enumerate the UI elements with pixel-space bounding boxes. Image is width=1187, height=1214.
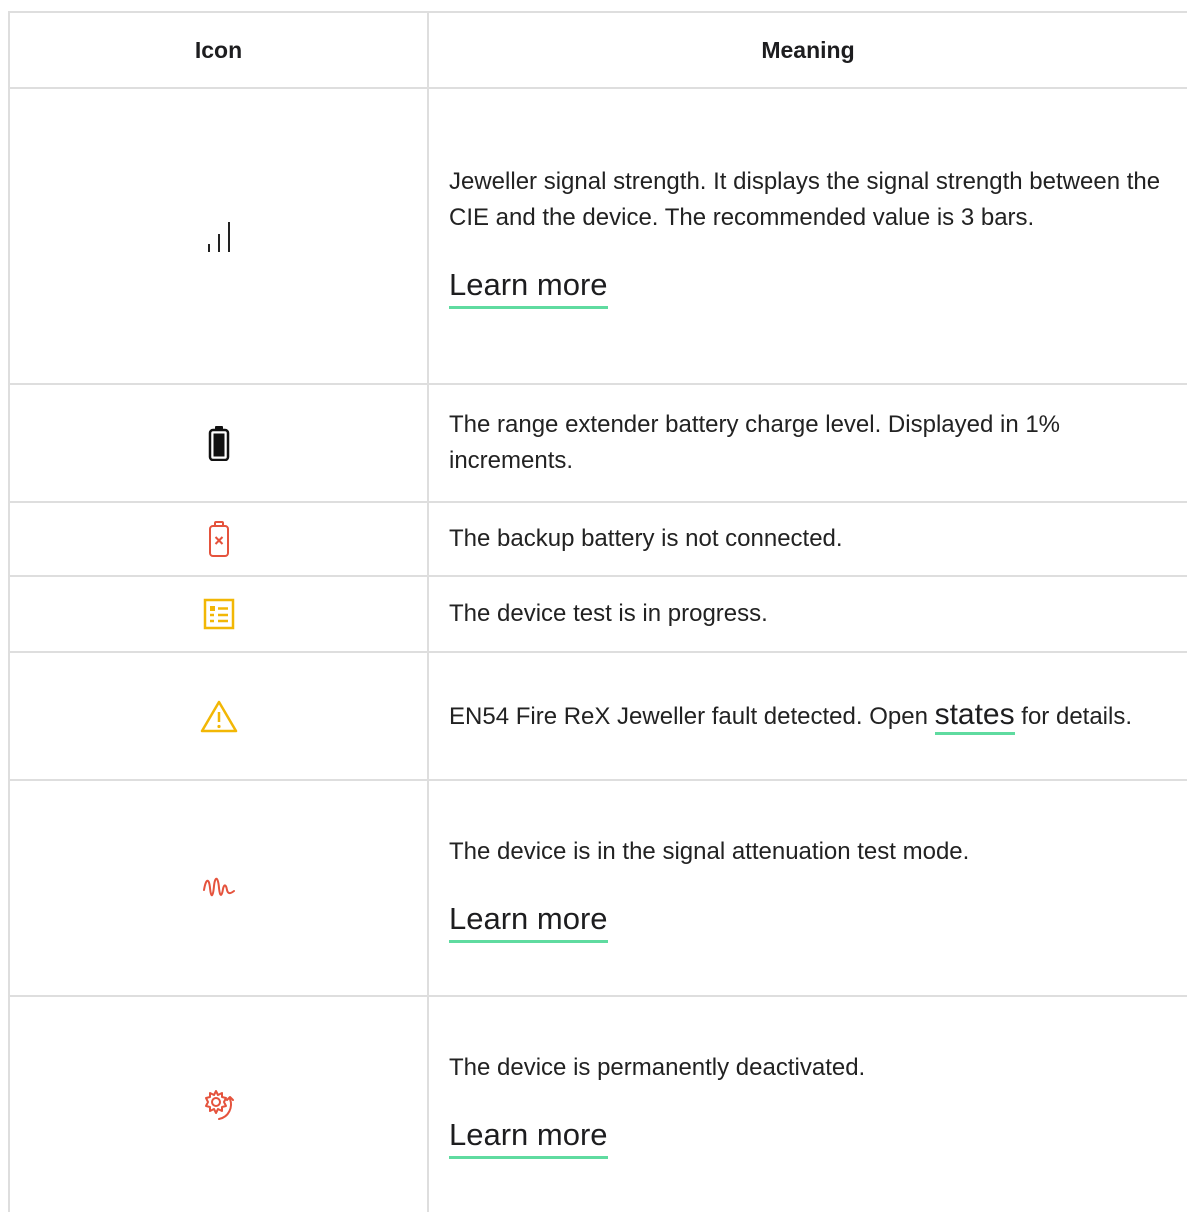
header-meaning: Meaning: [427, 11, 1187, 89]
icon-cell: [8, 995, 429, 1212]
meaning-cell: The backup battery is not connected.: [427, 501, 1187, 577]
icons-table: Icon Meaning Jeweller signal strength. I…: [8, 11, 1187, 1212]
row-description: The range extender battery charge level.…: [449, 411, 1061, 474]
header-icon: Icon: [8, 11, 429, 89]
battery-disconnected-icon: [208, 521, 230, 557]
deactivated-gear-icon: [201, 1087, 237, 1123]
icon-cell: [8, 575, 429, 653]
meaning-cell: The device is in the signal attenuation …: [427, 779, 1187, 997]
learn-more-link[interactable]: Learn more: [449, 900, 608, 943]
row-description: EN54 Fire ReX Jeweller fault detected. O…: [449, 697, 1167, 735]
icon-cell: [8, 87, 429, 385]
row-description: The device test is in progress.: [449, 600, 768, 627]
row-description: The backup battery is not connected.: [449, 525, 843, 552]
icon-cell: [8, 651, 429, 781]
row-description: The device is permanently deactivated.: [449, 1054, 866, 1081]
table-row: The range extender battery charge level.…: [8, 383, 1187, 503]
table-header-row: Icon Meaning: [8, 11, 1187, 89]
signal-strength-icon: [201, 216, 237, 256]
row-description: Jeweller signal strength. It displays th…: [449, 167, 1161, 231]
learn-more-link[interactable]: Learn more: [449, 266, 608, 309]
row-description: The device is in the signal attenuation …: [449, 837, 970, 865]
meaning-cell: The device test is in progress.: [427, 575, 1187, 653]
states-link[interactable]: states: [934, 698, 1015, 735]
icon-cell: [8, 501, 429, 577]
signal-attenuation-icon: [202, 876, 236, 900]
meaning-cell: The range extender battery charge level.…: [427, 383, 1187, 503]
meaning-cell: EN54 Fire ReX Jeweller fault detected. O…: [427, 651, 1187, 781]
meaning-cell: Jeweller signal strength. It displays th…: [427, 87, 1187, 385]
battery-icon: [208, 425, 230, 461]
icons-table-container: Icon Meaning Jeweller signal strength. I…: [8, 11, 1187, 1214]
table-row: The device is permanently deactivated. L…: [8, 995, 1187, 1212]
table-row: Jeweller signal strength. It displays th…: [8, 87, 1187, 385]
table-row: The device is in the signal attenuation …: [8, 779, 1187, 997]
fault-text-after: for details.: [1014, 703, 1133, 730]
table-row: The backup battery is not connected.: [8, 501, 1187, 577]
icon-cell: [8, 383, 429, 503]
icon-cell: [8, 779, 429, 997]
warning-icon: [200, 699, 238, 733]
fault-text-before: EN54 Fire ReX Jeweller fault detected. O…: [449, 703, 935, 730]
table-row: EN54 Fire ReX Jeweller fault detected. O…: [8, 651, 1187, 781]
learn-more-link[interactable]: Learn more: [449, 1116, 608, 1159]
test-list-icon: [203, 598, 235, 630]
meaning-cell: The device is permanently deactivated. L…: [427, 995, 1187, 1212]
table-row: The device test is in progress.: [8, 575, 1187, 653]
